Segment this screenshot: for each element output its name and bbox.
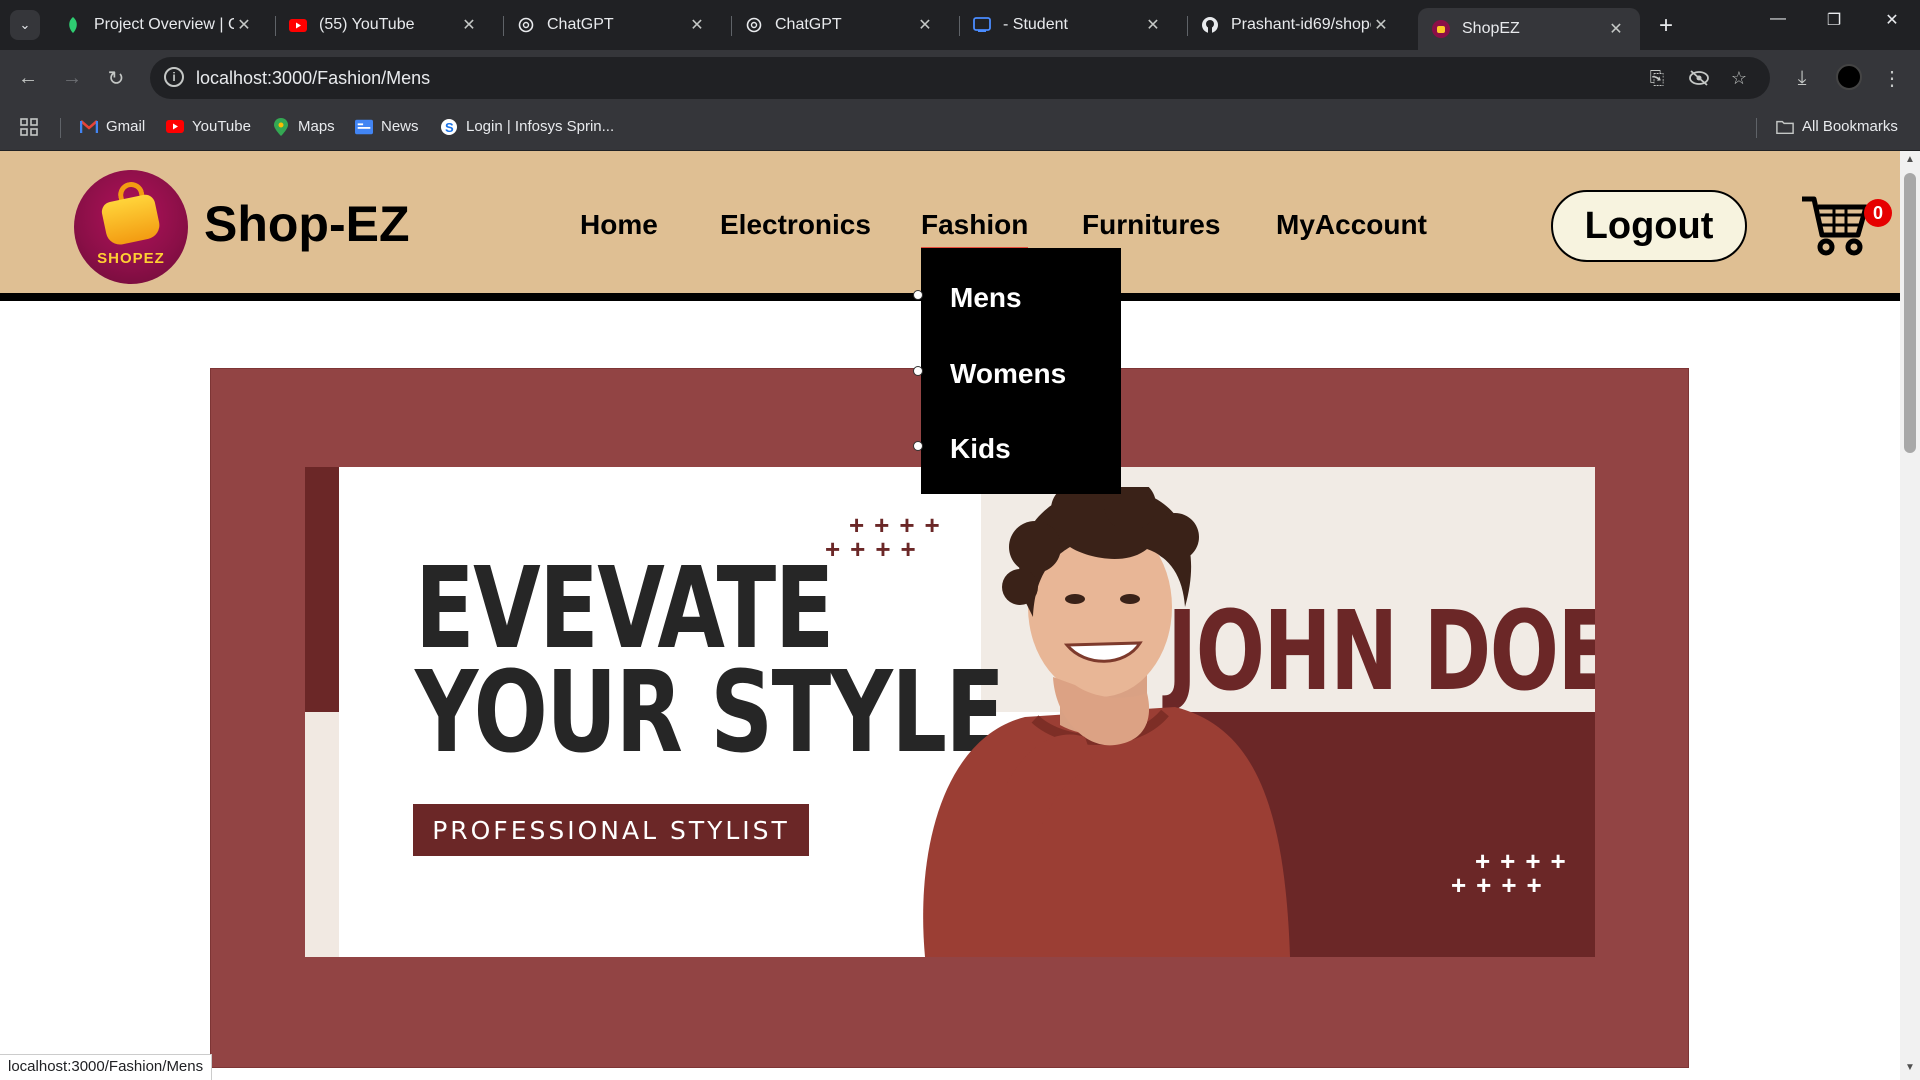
nav-home[interactable]: Home — [580, 209, 658, 241]
youtube-icon — [166, 119, 184, 135]
github-icon — [1201, 16, 1219, 34]
brand-name[interactable]: Shop-EZ — [204, 195, 410, 253]
back-arrow-icon[interactable]: ← — [14, 64, 42, 92]
scroll-up-arrow-icon[interactable]: ▲ — [1904, 155, 1916, 165]
apps-grid-icon[interactable] — [20, 118, 38, 136]
tab-github[interactable]: Prashant-id69/shope ✕ — [1187, 8, 1405, 42]
list-bullet — [913, 290, 923, 300]
shopez-icon — [1432, 20, 1450, 38]
close-window-icon[interactable]: ✕ — [1872, 10, 1912, 30]
tab-chatgpt-1[interactable]: ChatGPT ✕ — [503, 8, 721, 42]
nav-electronics[interactable]: Electronics — [720, 209, 871, 241]
dropdown-item-kids[interactable]: Kids — [950, 433, 1011, 465]
logo-text: SHOPEZ — [97, 250, 165, 267]
reload-icon[interactable]: ↻ — [102, 64, 130, 92]
close-icon[interactable]: ✕ — [1371, 15, 1391, 35]
openai-icon — [517, 16, 535, 34]
shopez-logo[interactable]: SHOPEZ — [74, 170, 188, 284]
close-icon[interactable]: ✕ — [1143, 15, 1163, 35]
new-tab-button[interactable]: + — [1652, 12, 1680, 40]
tab-search-button[interactable]: ⌄ — [10, 10, 40, 40]
url-text[interactable]: localhost:3000/Fashion/Mens — [196, 68, 430, 89]
openai-icon — [745, 16, 763, 34]
close-icon[interactable]: ✕ — [687, 15, 707, 35]
banner-card: EVEVATE YOUR STYLE PROFESSIONAL STYLIST … — [305, 467, 1595, 957]
tab-chatgpt-2[interactable]: ChatGPT ✕ — [731, 8, 949, 42]
site-info-icon[interactable]: i — [164, 67, 184, 87]
web-page: SHOPEZ Shop-EZ Home Electronics Fashion … — [0, 151, 1900, 1080]
bookmark-star-icon[interactable]: ☆ — [1728, 67, 1750, 89]
close-icon[interactable]: ✕ — [459, 15, 479, 35]
bookmark-youtube[interactable]: YouTube — [166, 118, 251, 135]
bookmarks-bar: Gmail YouTube Maps News S Login | Infosy… — [0, 106, 1920, 151]
close-icon[interactable]: ✕ — [915, 15, 935, 35]
profile-avatar[interactable] — [1836, 64, 1862, 90]
cart-count-badge: 0 — [1864, 199, 1892, 227]
browser-tab-bar: ⌄ Project Overview | Cl ✕ (55) YouTube ✕… — [0, 0, 1920, 50]
dropdown-item-womens[interactable]: Womens — [950, 358, 1066, 390]
close-icon[interactable]: ✕ — [1606, 19, 1626, 39]
dropdown-item-mens[interactable]: Mens — [950, 282, 1022, 314]
gmail-icon — [80, 119, 98, 135]
model-photo — [923, 487, 1290, 957]
install-app-icon[interactable]: ⎘ — [1646, 67, 1668, 89]
page-scrollbar[interactable]: ▲ ▼ — [1900, 151, 1920, 1080]
browser-toolbar: ← → ↻ i localhost:3000/Fashion/Mens ⎘ ☆ … — [0, 50, 1920, 106]
tab-project-overview[interactable]: Project Overview | Cl ✕ — [50, 8, 268, 42]
nav-fashion[interactable]: Fashion — [921, 209, 1029, 251]
banner-tagline: PROFESSIONAL STYLIST — [413, 804, 809, 856]
student-icon — [973, 16, 991, 34]
plus-decoration: ++++ ++++ — [1451, 846, 1576, 900]
eye-off-icon[interactable] — [1688, 67, 1710, 89]
scroll-down-arrow-icon[interactable]: ▼ — [1904, 1063, 1916, 1073]
status-bar-url: localhost:3000/Fashion/Mens — [0, 1054, 213, 1080]
restore-icon[interactable]: ❐ — [1814, 10, 1854, 30]
forward-arrow-icon[interactable]: → — [58, 64, 86, 92]
bookmark-gmail[interactable]: Gmail — [80, 118, 145, 135]
tab-youtube[interactable]: (55) YouTube ✕ — [275, 8, 493, 42]
scrollbar-thumb[interactable] — [1904, 173, 1916, 453]
list-bullet — [913, 366, 923, 376]
cart-icon[interactable] — [1800, 193, 1870, 263]
close-icon[interactable]: ✕ — [234, 15, 254, 35]
address-bar[interactable]: i localhost:3000/Fashion/Mens ⎘ ☆ — [150, 57, 1770, 99]
fashion-dropdown-menu: Mens Womens Kids — [913, 248, 1121, 494]
nav-furnitures[interactable]: Furnitures — [1082, 209, 1220, 241]
maps-pin-icon — [272, 117, 290, 136]
folder-icon — [1776, 119, 1794, 135]
leaf-icon — [64, 16, 82, 34]
youtube-icon — [289, 16, 307, 34]
springboard-icon: S — [440, 118, 458, 135]
tab-shopez[interactable]: ShopEZ ✕ — [1418, 8, 1640, 50]
bookmark-news[interactable]: News — [355, 118, 419, 135]
bookmark-infosys[interactable]: S Login | Infosys Sprin... — [440, 118, 614, 135]
bookmark-maps[interactable]: Maps — [272, 117, 335, 136]
svg-text:S: S — [445, 120, 454, 135]
shopping-bag-icon — [100, 192, 162, 248]
all-bookmarks[interactable]: All Bookmarks — [1776, 118, 1898, 135]
minimize-icon[interactable]: — — [1758, 10, 1798, 28]
tab-student[interactable]: - Student ✕ — [959, 8, 1177, 42]
menu-kebab-icon[interactable]: ⋮ — [1878, 64, 1906, 92]
news-icon — [355, 119, 373, 135]
download-icon[interactable]: ⤓ — [1788, 64, 1816, 92]
list-bullet — [913, 441, 923, 451]
logout-button[interactable]: Logout — [1551, 190, 1747, 262]
nav-myaccount[interactable]: MyAccount — [1276, 209, 1427, 241]
